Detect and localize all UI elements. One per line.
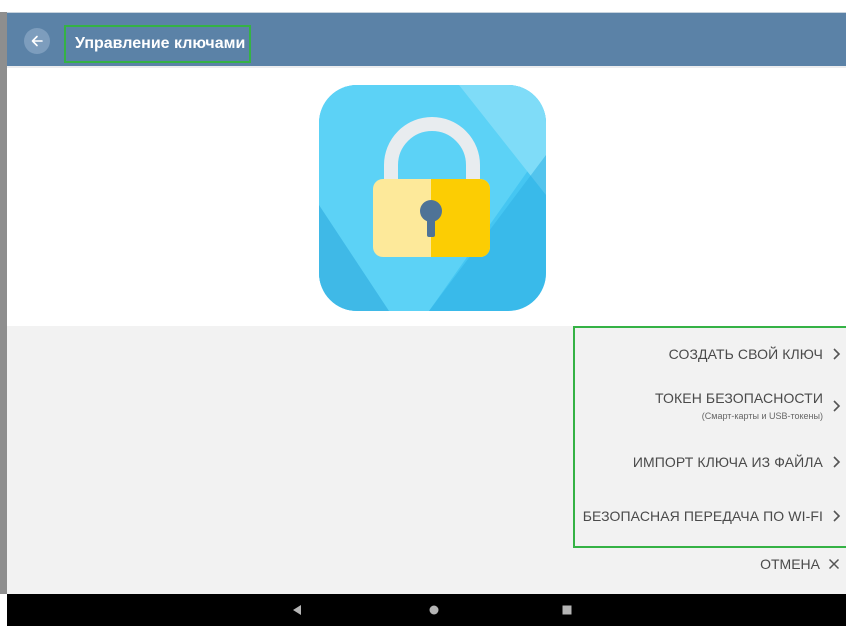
- cancel-button[interactable]: ОТМЕНА: [760, 556, 840, 572]
- option-security-token-text: ТОКЕН БЕЗОПАСНОСТИ (Смарт-карты и USB-то…: [655, 390, 823, 421]
- arrow-left-icon: [31, 35, 43, 47]
- options-list: СОЗДАТЬ СВОЙ КЛЮЧ ТОКЕН БЕЗОПАСНОСТИ (См…: [573, 326, 846, 548]
- app-bar: Управление ключами: [7, 12, 846, 68]
- page-title-container: Управление ключами: [64, 25, 251, 63]
- nav-home-icon: [429, 605, 439, 615]
- chevron-right-icon: [833, 456, 841, 468]
- chevron-right-icon: [833, 348, 841, 360]
- option-import-key-file-label: ИМПОРТ КЛЮЧА ИЗ ФАЙЛА: [632, 454, 823, 470]
- nav-back-button[interactable]: [289, 602, 305, 618]
- option-wifi-transfer[interactable]: БЕЗОПАСНАЯ ПЕРЕДАЧА ПО WI-FI: [583, 508, 841, 524]
- cancel-label: ОТМЕНА: [760, 556, 820, 572]
- option-wifi-transfer-label: БЕЗОПАСНАЯ ПЕРЕДАЧА ПО WI-FI: [582, 508, 823, 524]
- system-nav-bar: [7, 594, 846, 626]
- chevron-right-icon: [833, 510, 841, 522]
- option-create-key[interactable]: СОЗДАТЬ СВОЙ КЛЮЧ: [669, 346, 841, 362]
- option-import-key-file[interactable]: ИМПОРТ КЛЮЧА ИЗ ФАЙЛА: [633, 454, 841, 470]
- screen: Управление ключами СОЗДАТЬ СВОЙ КЛЮЧ ТОК…: [0, 0, 846, 626]
- chevron-right-icon: [833, 399, 841, 412]
- option-create-key-label: СОЗДАТЬ СВОЙ КЛЮЧ: [668, 346, 823, 362]
- logo-area: [7, 70, 846, 326]
- window-edge: [0, 12, 7, 594]
- option-security-token-label: ТОКЕН БЕЗОПАСНОСТИ: [655, 390, 823, 406]
- nav-back-icon: [293, 605, 301, 615]
- nav-recents-button[interactable]: [559, 602, 575, 618]
- close-icon: [828, 558, 840, 570]
- nav-home-button[interactable]: [426, 602, 442, 618]
- options-panel: СОЗДАТЬ СВОЙ КЛЮЧ ТОКЕН БЕЗОПАСНОСТИ (См…: [7, 326, 846, 594]
- back-button[interactable]: [24, 28, 50, 54]
- page-title: Управление ключами: [75, 35, 246, 52]
- option-security-token[interactable]: ТОКЕН БЕЗОПАСНОСТИ (Смарт-карты и USB-то…: [655, 390, 841, 421]
- padlock-app-icon: [319, 85, 546, 311]
- nav-recents-icon: [562, 605, 572, 615]
- option-security-token-sublabel: (Смарт-карты и USB-токены): [701, 411, 823, 421]
